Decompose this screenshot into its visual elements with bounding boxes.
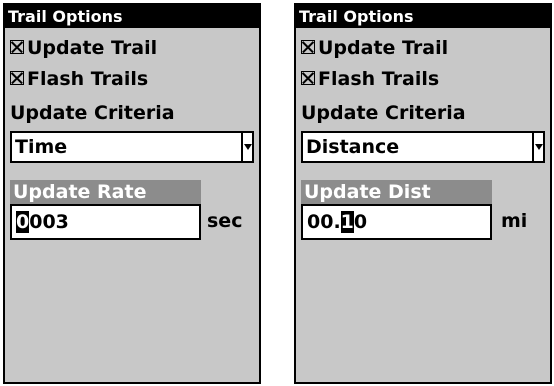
update-trail-label: Update Trail	[318, 37, 449, 59]
update-trail-option[interactable]: Update Trail	[301, 36, 448, 60]
update-criteria-label: Update Criteria	[301, 102, 466, 124]
update-trail-option[interactable]: Update Trail	[10, 36, 157, 60]
cursor-digit: 1	[340, 211, 354, 233]
update-criteria-dropdown[interactable]: Distance	[301, 131, 545, 163]
update-rate-input[interactable]: 0003	[10, 204, 201, 240]
dropdown-arrow-icon[interactable]	[532, 133, 543, 161]
field-value: 00.10	[307, 206, 367, 238]
checkbox-checked-icon[interactable]	[10, 70, 24, 85]
update-dist-input[interactable]: 00.10	[301, 204, 492, 240]
flash-trails-label: Flash Trails	[318, 68, 440, 90]
trail-options-panel-distance: Trail Options Update Trail Flash Trails …	[294, 3, 552, 384]
update-trail-label: Update Trail	[27, 37, 158, 59]
cursor-digit: 0	[16, 211, 30, 233]
flash-trails-option[interactable]: Flash Trails	[301, 67, 439, 91]
trail-options-panel-time: Trail Options Update Trail Flash Trails …	[3, 3, 261, 384]
dropdown-arrow-icon[interactable]	[241, 133, 252, 161]
unit-label: sec	[207, 210, 243, 232]
update-criteria-dropdown[interactable]: Time	[10, 131, 254, 163]
value-suffix: 003	[29, 211, 69, 233]
flash-trails-label: Flash Trails	[27, 68, 149, 90]
panel-title: Trail Options	[5, 5, 259, 28]
dropdown-selected-value: Time	[15, 136, 68, 158]
field-value: 0003	[16, 206, 69, 238]
checkbox-checked-icon[interactable]	[301, 39, 315, 54]
checkbox-checked-icon[interactable]	[10, 39, 24, 54]
value-prefix: 00.	[307, 211, 341, 233]
value-suffix: 0	[353, 211, 368, 233]
update-dist-label: Update Dist	[301, 180, 492, 204]
panel-title: Trail Options	[296, 5, 550, 28]
checkbox-checked-icon[interactable]	[301, 70, 315, 85]
update-rate-label: Update Rate	[10, 180, 201, 204]
flash-trails-option[interactable]: Flash Trails	[10, 67, 148, 91]
dropdown-selected-value: Distance	[306, 136, 400, 158]
update-criteria-label: Update Criteria	[10, 102, 175, 124]
unit-label: mi	[501, 210, 528, 232]
